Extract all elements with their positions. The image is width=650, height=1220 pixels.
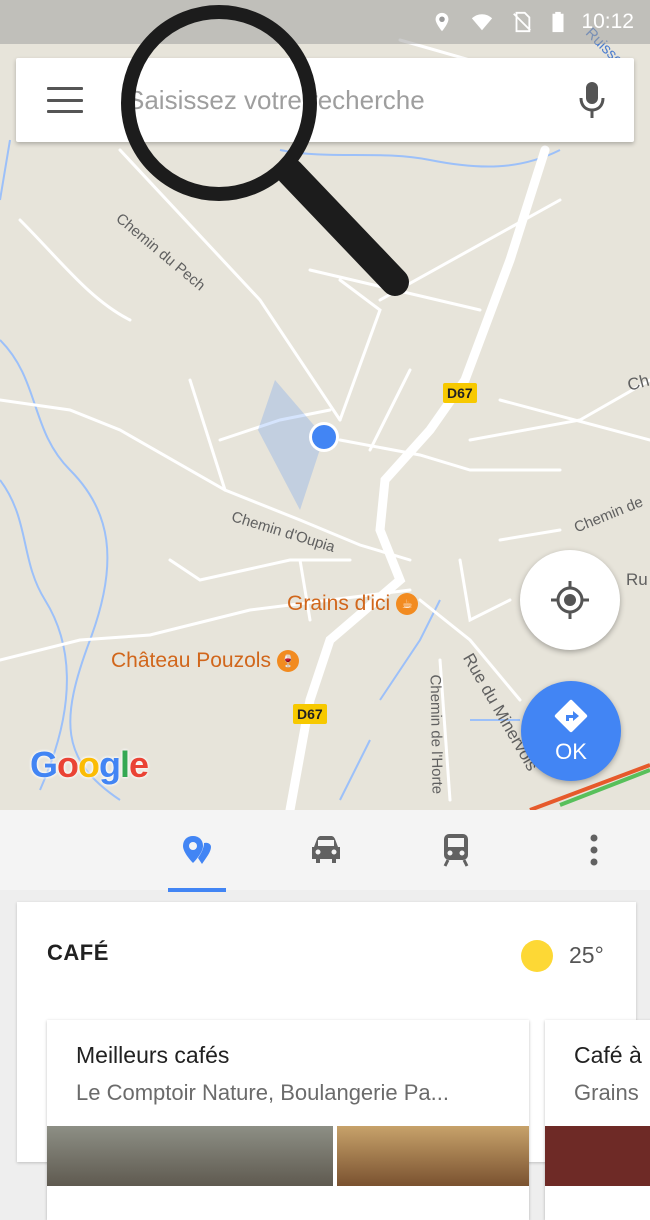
hamburger-menu-icon[interactable] — [47, 87, 83, 113]
google-logo: Google — [30, 744, 149, 785]
poi-chateau-pouzols[interactable]: Château Pouzols 🍷 — [111, 649, 299, 673]
wine-glass-icon: 🍷 — [276, 650, 299, 672]
wifi-icon — [472, 14, 493, 31]
location-pin-icon — [436, 12, 449, 32]
train-icon — [443, 834, 469, 867]
poi-label: Grains d'ici — [287, 592, 391, 615]
list-item-title: Meilleurs cafés — [76, 1042, 230, 1068]
poi-label: Château Pouzols — [111, 649, 271, 672]
directions-label: OK — [555, 739, 587, 764]
status-time: 10:12 — [581, 10, 634, 33]
sun-icon — [521, 940, 553, 972]
list-item-description: Le Comptoir Nature, Boulangerie Pa... — [76, 1080, 449, 1105]
crosshair-icon — [551, 581, 589, 619]
search-input[interactable] — [125, 83, 529, 117]
poi-grains-dici[interactable]: Grains d'ici ☕ — [287, 592, 419, 616]
cafe-icon: ☕ — [396, 593, 419, 615]
road-label-chemin-horte: Chemin de l'Horte — [426, 674, 446, 795]
temperature: 25° — [569, 942, 604, 968]
explore-card: CAFÉ 25° Meilleurs cafés Le Comptoir Nat… — [17, 902, 650, 1220]
route-shield-d67: D67 — [443, 383, 477, 403]
route-shield-d67: D67 — [293, 704, 327, 724]
list-item[interactable]: Meilleurs cafés Le Comptoir Nature, Boul… — [47, 1020, 529, 1220]
place-photo — [545, 1126, 650, 1186]
no-sim-icon — [513, 11, 532, 33]
directions-icon — [554, 699, 588, 733]
mode-tabs — [0, 810, 650, 892]
search-bar — [16, 58, 634, 142]
explore-pin-icon — [183, 836, 211, 864]
tab-transit[interactable] — [426, 828, 486, 872]
more-options-icon[interactable] — [564, 828, 624, 872]
status-bar: 10:12 — [0, 0, 650, 44]
directions-button[interactable]: OK — [521, 681, 621, 781]
tab-explore[interactable] — [167, 828, 227, 892]
place-photo — [337, 1126, 529, 1186]
bottom-sheet: CAFÉ 25° Meilleurs cafés Le Comptoir Nat… — [0, 810, 650, 1220]
place-photo — [47, 1126, 333, 1186]
my-location-button[interactable] — [520, 550, 620, 650]
list-item-description: Grains — [574, 1080, 639, 1105]
battery-icon — [552, 11, 564, 33]
tab-driving[interactable] — [296, 828, 356, 872]
car-icon — [312, 836, 340, 863]
list-item-title: Café à — [574, 1042, 642, 1068]
microphone-icon[interactable] — [578, 81, 606, 119]
card-title: CAFÉ — [47, 940, 109, 965]
list-item[interactable]: Café à Grains — [545, 1020, 650, 1220]
road-label-ru: Ru — [626, 570, 648, 589]
